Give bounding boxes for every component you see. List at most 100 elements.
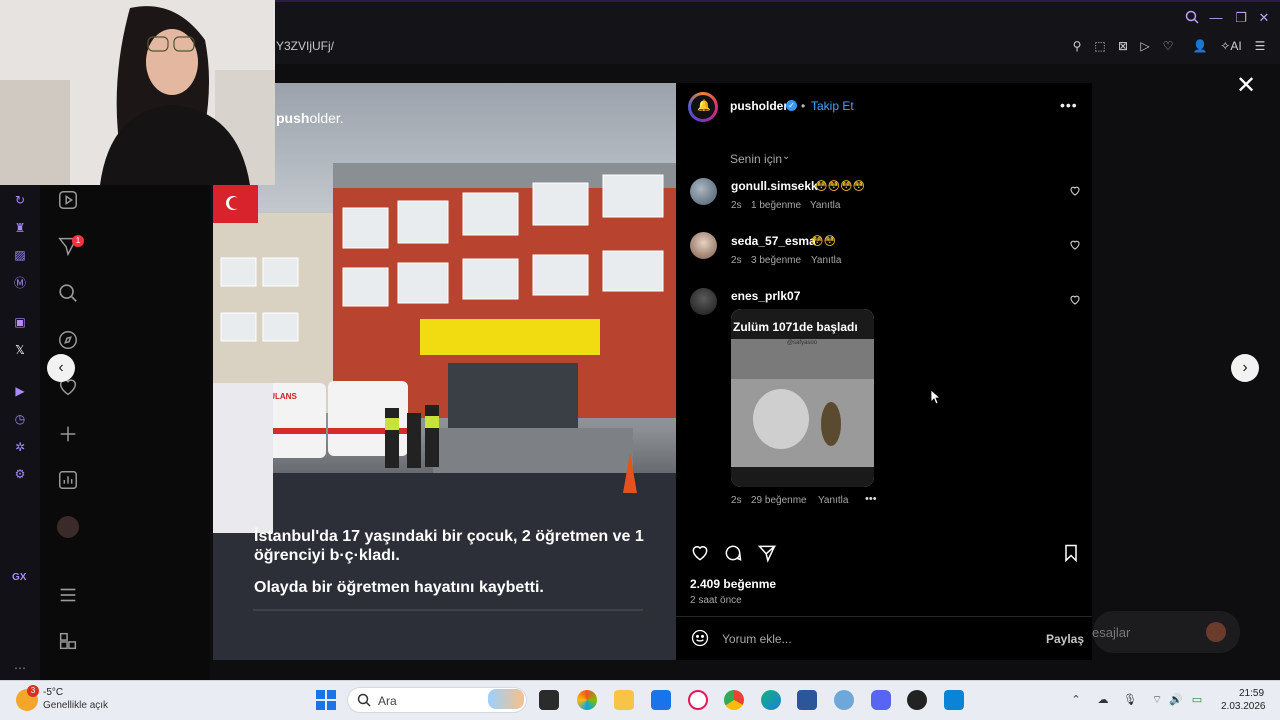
x-twitter-icon[interactable]: 𝕏 [11, 341, 29, 359]
profile-icon[interactable]: 👤 [1192, 38, 1208, 54]
obs-icon[interactable] [907, 690, 927, 710]
create-icon[interactable] [57, 423, 79, 445]
menu-icon[interactable]: ☰ [1252, 38, 1268, 54]
gif-handle: @safyasoo [787, 340, 818, 346]
post-comment-button[interactable]: Paylaş [1046, 632, 1084, 646]
ai-label: AI [1230, 39, 1242, 53]
close-window-icon[interactable]: ✕ [1256, 10, 1272, 26]
weather-badge: 3 [27, 685, 39, 697]
player-sidebar-icon[interactable]: ▶ [11, 382, 29, 400]
chevron-down-icon[interactable]: ⌄ [782, 151, 790, 162]
chrome-icon[interactable] [724, 690, 744, 710]
reply-button[interactable]: Yanıtla [818, 495, 848, 506]
post-image: AMBULANS [213, 83, 676, 660]
comment-username[interactable]: seda_57_esma [731, 234, 816, 248]
clock-time[interactable]: 21:59 [1239, 688, 1264, 699]
reply-button[interactable]: Yanıtla [811, 255, 841, 266]
settings-icon[interactable]: ⚙ [11, 465, 29, 483]
weather-temperature[interactable]: -5°C [43, 687, 63, 698]
windows-start-icon[interactable] [316, 690, 336, 710]
comment-icon[interactable] [723, 543, 743, 563]
profile-avatar[interactable] [57, 516, 79, 538]
explore-icon[interactable] [57, 329, 79, 351]
comment-age: 2s [731, 495, 742, 506]
next-post-button[interactable]: › [1231, 354, 1259, 382]
comment-likes[interactable]: 29 beğenme [751, 495, 807, 506]
heart-bookmark-icon[interactable]: ♡ [1160, 38, 1176, 54]
adblock-icon[interactable]: ⊠ [1115, 38, 1131, 54]
comment-likes[interactable]: 3 beğenme [751, 255, 801, 266]
follow-button[interactable]: Takip Et [811, 99, 854, 113]
post-caption-headline: İstanbul'da 17 yaşındaki bir çocuk, 2 öğ… [254, 528, 644, 564]
edge-icon[interactable] [761, 690, 781, 710]
player-icon[interactable]: ▷ [1137, 38, 1153, 54]
microphone-icon[interactable]: 🎙 [1123, 693, 1137, 707]
commenter-avatar[interactable] [690, 232, 717, 259]
emoji-icon[interactable] [690, 628, 710, 648]
comment-input[interactable] [722, 630, 1032, 648]
search-icon[interactable] [1184, 10, 1200, 26]
hot-tabs-icon[interactable]: ▨ [11, 246, 29, 264]
word-icon[interactable] [797, 690, 817, 710]
task-view-icon[interactable] [539, 690, 559, 710]
mail-icon[interactable]: Ⓜ [11, 274, 29, 292]
comment-options-icon[interactable]: ••• [865, 493, 877, 505]
share-icon[interactable] [757, 543, 777, 563]
aria-ai-button[interactable]: ✧AI [1216, 38, 1246, 54]
gx-control-icon[interactable]: ↻ [11, 191, 29, 209]
save-icon[interactable] [1061, 543, 1081, 563]
discord-icon[interactable] [871, 690, 891, 710]
copilot-icon[interactable] [577, 690, 597, 710]
like-icon[interactable] [690, 543, 710, 563]
close-modal-icon[interactable]: ✕ [1236, 74, 1256, 98]
insights-icon[interactable] [57, 469, 79, 491]
pin-icon[interactable]: ⚲ [1069, 38, 1085, 54]
address-bar-url[interactable]: Y3ZVIjUFj/ [276, 39, 334, 53]
reels-icon[interactable] [57, 189, 79, 211]
extensions-icon[interactable]: ✲ [11, 438, 29, 456]
tray-overflow-icon[interactable]: ⌃ [1069, 693, 1083, 707]
minimize-icon[interactable]: — [1208, 10, 1224, 26]
comment-gif[interactable] [731, 309, 874, 487]
reply-button[interactable]: Yanıtla [810, 200, 840, 211]
wifi-icon[interactable]: ⌔ [1150, 693, 1164, 707]
maximize-icon[interactable]: ❐ [1233, 10, 1249, 26]
previous-post-button[interactable]: ‹ [47, 354, 75, 382]
network-status-icon[interactable]: ☁ [1096, 693, 1110, 707]
comment-sort-label[interactable]: Senin için [730, 152, 782, 166]
twitch-icon[interactable]: ▣ [11, 313, 29, 331]
comment-username[interactable]: enes_prlk07 [731, 289, 800, 303]
comment-like-icon[interactable] [1069, 293, 1081, 305]
account-username[interactable]: pusholder [730, 99, 788, 113]
post-options-icon[interactable]: ••• [1060, 97, 1078, 113]
more-sidebar-icon[interactable]: ⋯ [11, 659, 29, 677]
volume-icon[interactable]: 🔊 [1169, 693, 1183, 707]
commenter-avatar[interactable] [690, 288, 717, 315]
history-icon[interactable]: ◷ [11, 410, 29, 428]
mouse-cursor-icon [931, 390, 941, 404]
file-explorer-icon[interactable] [614, 690, 634, 710]
battery-icon[interactable]: ▭ [1190, 693, 1204, 707]
like-count[interactable]: 2.409 beğenme [690, 577, 776, 591]
comment-username[interactable]: gonull.simsekk [731, 179, 818, 193]
notification-badge: 1 [72, 235, 84, 247]
comment-like-icon[interactable] [1069, 238, 1081, 250]
comment-age: 2s [731, 200, 742, 211]
comment-like-icon[interactable] [1069, 184, 1081, 196]
commenter-avatar[interactable] [690, 178, 717, 205]
weather-description[interactable]: Genellikle açık [43, 700, 108, 711]
messages-avatar [1206, 622, 1226, 642]
store-icon[interactable] [651, 690, 671, 710]
apps-icon[interactable] [57, 630, 79, 652]
ig-search-icon[interactable] [57, 282, 79, 304]
more-menu-icon[interactable] [57, 584, 79, 606]
app-window-icon[interactable] [944, 690, 964, 710]
clock-date[interactable]: 2.03.2026 [1221, 701, 1266, 712]
gx-cleaner-icon[interactable]: ♜ [11, 219, 29, 237]
screenshot-icon[interactable]: ⬚ [1092, 38, 1108, 54]
comment-likes[interactable]: 1 beğenme [751, 200, 801, 211]
opera-gx-icon[interactable] [688, 690, 708, 710]
separator-dot: • [801, 99, 806, 113]
globe-app-icon[interactable] [834, 690, 854, 710]
windows-taskbar [0, 680, 1280, 720]
